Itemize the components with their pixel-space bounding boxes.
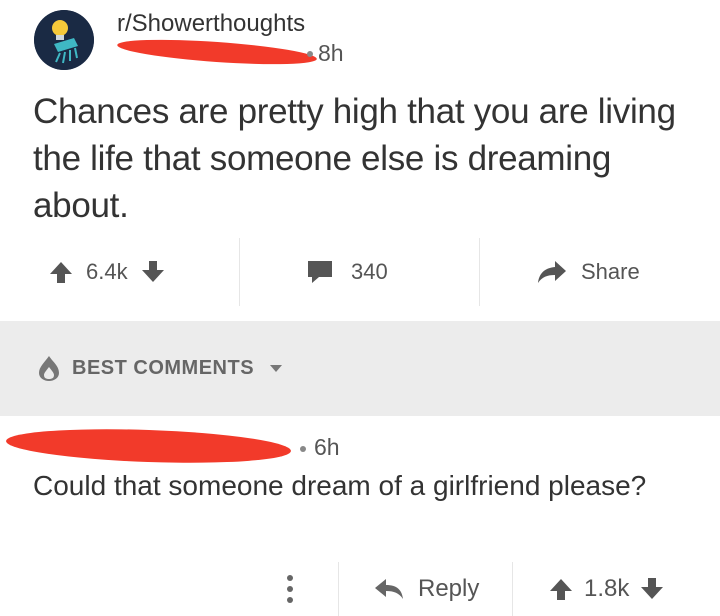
reply-label: Reply (418, 575, 480, 602)
post-age: 8h (318, 40, 344, 66)
redaction-mark (5, 425, 292, 467)
sort-label: BEST COMMENTS (72, 357, 255, 379)
divider (512, 562, 513, 616)
flame-icon (36, 354, 62, 382)
subreddit-name[interactable]: r/Showerthoughts (117, 10, 305, 38)
share-button[interactable]: Share (537, 238, 640, 306)
chevron-down-icon (268, 357, 284, 372)
separator-dot (307, 51, 313, 57)
post-title[interactable]: Chances are pretty high that you are liv… (33, 88, 693, 229)
upvote-icon[interactable] (48, 259, 74, 285)
upvote-count: 6.4k (86, 259, 128, 284)
comment-body: Could that someone dream of a girlfriend… (33, 470, 647, 501)
post-meta: 8h (116, 35, 377, 69)
upvote-icon[interactable] (548, 576, 574, 602)
comment-actions: Reply 1.8k (0, 562, 720, 616)
divider (479, 238, 480, 306)
downvote-icon[interactable] (639, 576, 665, 602)
sort-selector[interactable]: BEST COMMENTS (72, 357, 284, 380)
separator-dot (300, 446, 306, 452)
reply-button[interactable]: Reply (374, 562, 479, 616)
redaction-mark (116, 35, 318, 69)
comment: 6h Could that someone dream of a girlfri… (0, 416, 720, 616)
more-vertical-icon[interactable] (282, 572, 298, 606)
comment-score: 1.8k (584, 575, 630, 602)
downvote-icon[interactable] (140, 259, 166, 285)
reply-arrow-icon (374, 577, 404, 601)
comment-bubble-icon (305, 258, 335, 286)
share-label: Share (581, 259, 640, 284)
post-actions: 6.4k 340 Share (0, 238, 720, 306)
comments-button[interactable]: 340 (305, 238, 388, 306)
post-header: r/Showerthoughts 8h (0, 0, 720, 80)
share-arrow-icon (537, 259, 567, 285)
divider (338, 562, 339, 616)
vote-group: 6.4k (48, 238, 166, 306)
subreddit-avatar[interactable] (34, 10, 94, 70)
comment-age: 6h (314, 434, 340, 460)
comments-count: 340 (351, 259, 388, 284)
lightbulb-shower-icon (34, 10, 94, 70)
comment-vote-group: 1.8k (548, 562, 665, 616)
divider (239, 238, 240, 306)
